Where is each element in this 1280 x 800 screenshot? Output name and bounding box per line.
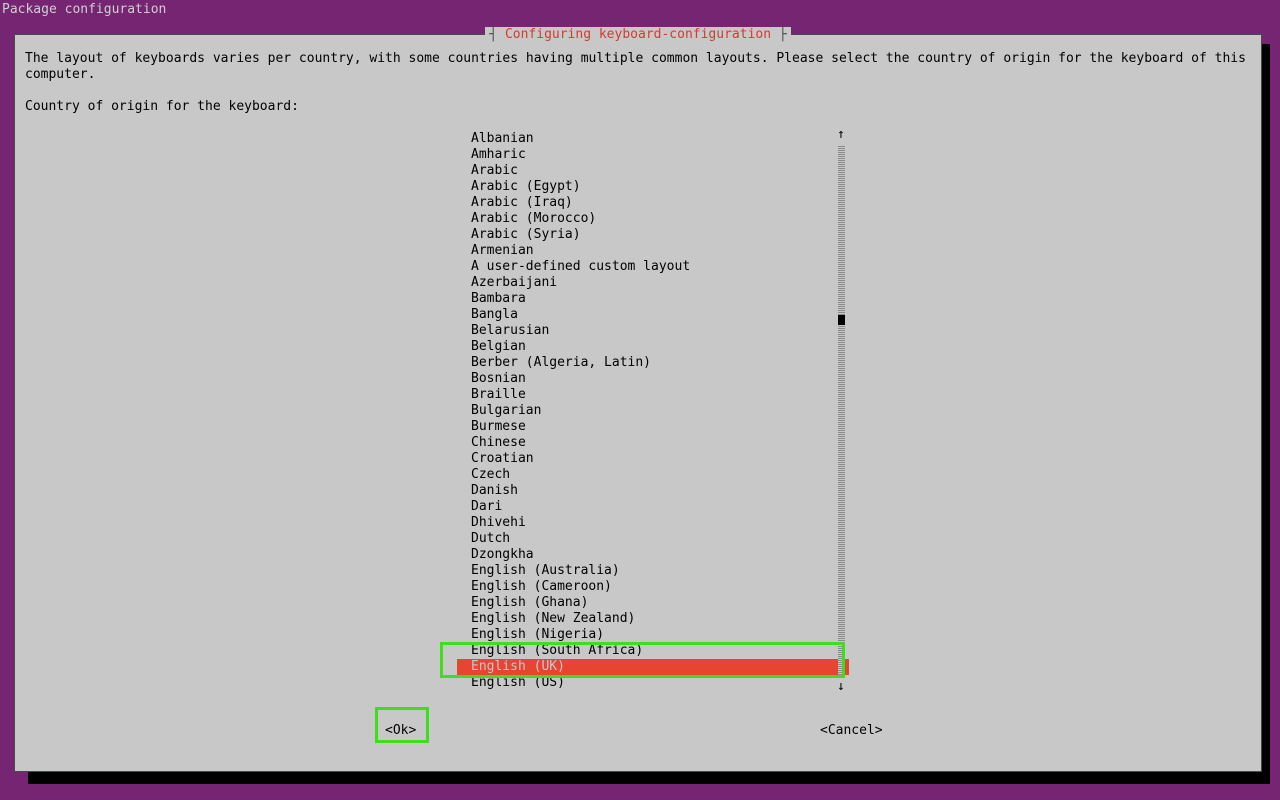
scroll-thumb[interactable] [838,315,845,325]
list-item[interactable]: Bangla [457,307,849,323]
list-item[interactable]: Chinese [457,435,849,451]
list-item[interactable]: English (Ghana) [457,595,849,611]
list-item[interactable]: Arabic (Morocco) [457,211,849,227]
list-item[interactable]: Dutch [457,531,849,547]
config-dialog: ┤ Configuring keyboard-configuration ├ T… [14,34,1262,772]
package-config-heading: Package configuration [2,2,166,18]
list-item[interactable]: English (South Africa) [457,643,849,659]
list-item[interactable]: Arabic (Egypt) [457,179,849,195]
list-item[interactable]: Danish [457,483,849,499]
list-item[interactable]: Braille [457,387,849,403]
scroll-up-icon[interactable]: ↑ [837,127,845,143]
list-item[interactable]: Dari [457,499,849,515]
list-item[interactable]: A user-defined custom layout [457,259,849,275]
list-item[interactable]: Dzongkha [457,547,849,563]
list-item[interactable]: Bambara [457,291,849,307]
list-item[interactable]: Czech [457,467,849,483]
list-item[interactable]: English (Nigeria) [457,627,849,643]
dialog-prompt: Country of origin for the keyboard: [25,99,299,115]
list-item[interactable]: Armenian [457,243,849,259]
list-item[interactable]: Bosnian [457,371,849,387]
list-item[interactable]: English (UK) [457,659,849,675]
list-item[interactable]: Belgian [457,339,849,355]
list-item[interactable]: Arabic (Syria) [457,227,849,243]
scroll-down-icon[interactable]: ↓ [837,679,845,695]
list-item[interactable]: Arabic [457,163,849,179]
list-item[interactable]: Azerbaijani [457,275,849,291]
list-item[interactable]: Burmese [457,419,849,435]
ok-button[interactable]: <Ok> [385,723,416,739]
list-item[interactable]: English (Cameroon) [457,579,849,595]
list-item[interactable]: Berber (Algeria, Latin) [457,355,849,371]
list-item[interactable]: Arabic (Iraq) [457,195,849,211]
title-sep-right: ├ [771,27,787,42]
list-item[interactable]: Belarusian [457,323,849,339]
dialog-title-bar: ┤ Configuring keyboard-configuration ├ [15,27,1261,43]
scrollbar[interactable]: ↑ ↓ [836,131,847,691]
title-sep-left: ┤ [489,27,505,42]
list-item[interactable]: Amharic [457,147,849,163]
list-item[interactable]: Dhivehi [457,515,849,531]
scroll-track[interactable] [838,145,845,677]
cancel-button[interactable]: <Cancel> [820,723,883,739]
list-item[interactable]: Albanian [457,131,849,147]
list-item[interactable]: Croatian [457,451,849,467]
dialog-title: Configuring keyboard-configuration [505,27,771,42]
list-item[interactable]: Bulgarian [457,403,849,419]
list-item[interactable]: English (US) [457,675,849,691]
country-listbox[interactable]: AlbanianAmharicArabicArabic (Egypt)Arabi… [457,131,849,691]
list-item[interactable]: English (Australia) [457,563,849,579]
list-item[interactable]: English (New Zealand) [457,611,849,627]
dialog-body-text: The layout of keyboards varies per count… [25,51,1251,83]
